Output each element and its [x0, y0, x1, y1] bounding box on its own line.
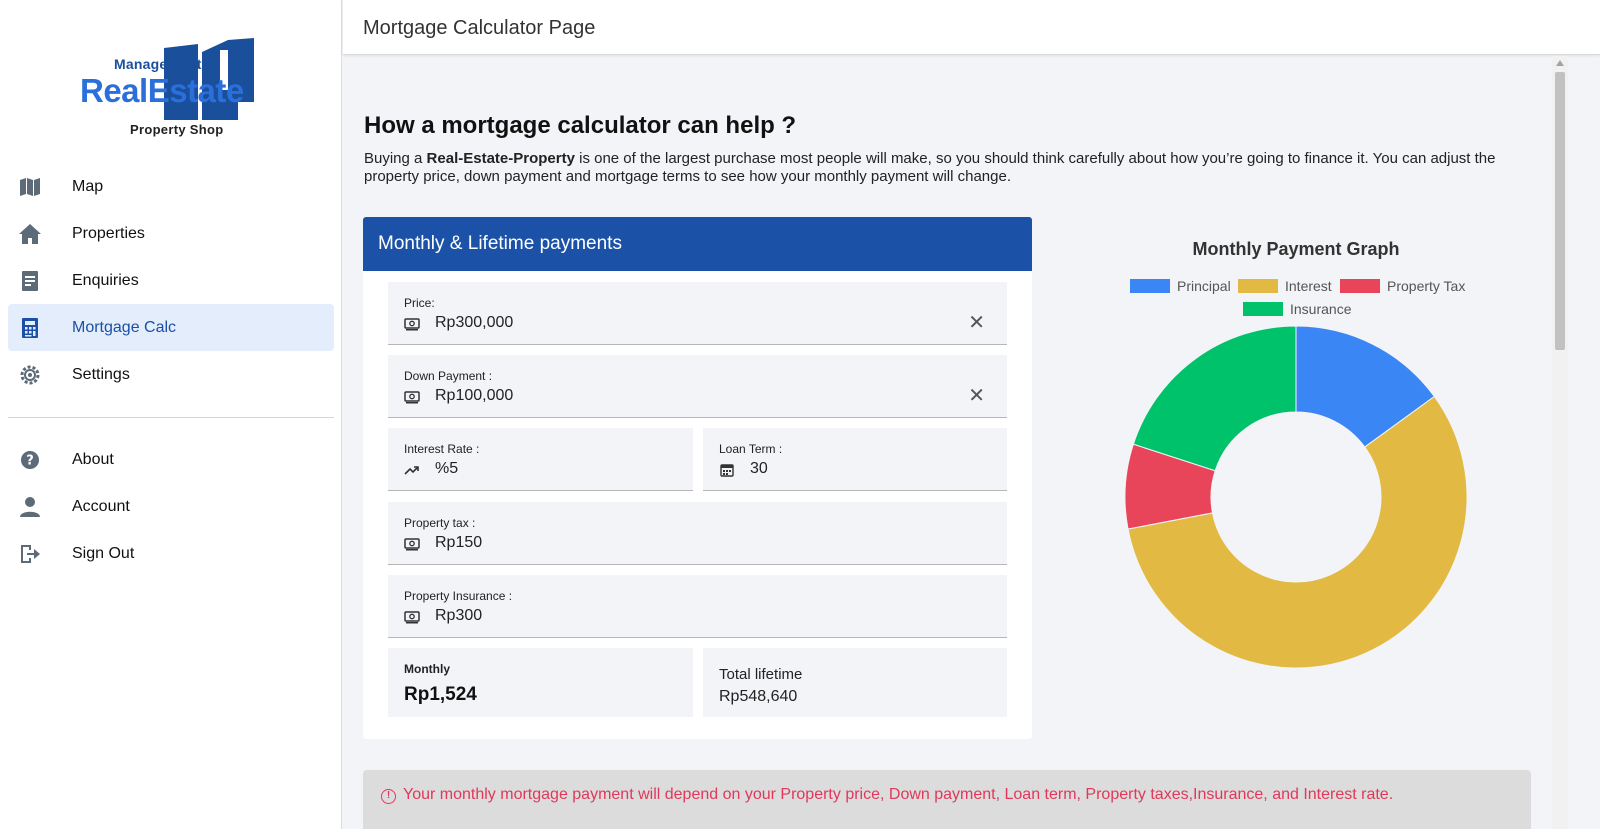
money-icon	[404, 611, 420, 624]
sidebar-item-label: Map	[72, 177, 104, 195]
svg-text:?: ?	[26, 453, 34, 468]
person-icon	[18, 495, 42, 519]
legend-interest[interactable]: Interest	[1238, 278, 1332, 294]
sidebar-item-properties[interactable]: Properties	[8, 210, 334, 257]
lifetime-label: Total lifetime	[719, 666, 803, 683]
legend-property-tax[interactable]: Property Tax	[1340, 278, 1465, 294]
money-icon	[404, 318, 420, 331]
logo-management-text: Management	[114, 56, 202, 72]
field-label: Down Payment :	[404, 369, 493, 383]
legend-principal[interactable]: Principal	[1130, 278, 1231, 294]
legend-label: Interest	[1285, 278, 1332, 294]
logo-brand-text: RealEstate	[80, 72, 244, 109]
field-label: Property tax :	[404, 516, 476, 530]
payment-donut-chart	[1124, 325, 1468, 669]
property-tax-input[interactable]: Rp150	[435, 534, 482, 552]
sidebar-item-label: Sign Out	[72, 544, 135, 562]
field-label: Property Insurance :	[404, 589, 513, 603]
sidebar-item-mortgage-calc[interactable]: Mortgage Calc	[8, 304, 334, 351]
chart-title: Monthly Payment Graph	[1192, 239, 1400, 259]
legend-swatch	[1243, 302, 1283, 316]
price-input[interactable]: Rp300,000	[435, 314, 513, 332]
legend-label: Insurance	[1290, 301, 1352, 317]
sidebar-item-enquiries[interactable]: Enquiries	[8, 257, 334, 304]
gear-icon	[18, 363, 42, 387]
info-icon: !	[381, 789, 396, 804]
interest-rate-field[interactable]: Interest Rate : %5	[388, 428, 693, 491]
calculator-card: Monthly & Lifetime payments Price: Rp300…	[363, 217, 1032, 739]
notice-text: Your monthly mortgage payment will depen…	[403, 786, 1394, 803]
home-icon	[18, 222, 42, 246]
help-icon: ?	[18, 448, 42, 472]
sidebar-item-label: Account	[72, 497, 130, 515]
donut-slice-insurance[interactable]	[1132, 325, 1297, 472]
sidebar-item-about[interactable]: ? About	[8, 436, 334, 483]
sidebar-item-label: Enquiries	[72, 271, 139, 289]
field-label: Loan Term :	[719, 442, 783, 456]
sidebar-divider	[8, 417, 334, 418]
scroll-up-arrow-icon[interactable]	[1556, 60, 1564, 66]
sidebar-item-account[interactable]: Account	[8, 483, 334, 530]
top-bar: Mortgage Calculator Page	[343, 0, 1600, 55]
field-label: Interest Rate :	[404, 442, 480, 456]
loan-term-input[interactable]: 30	[750, 460, 768, 478]
lifetime-value: Rp548,640	[719, 688, 798, 705]
property-tax-field[interactable]: Property tax : Rp150	[388, 502, 1007, 565]
monthly-result: Monthly Rp1,524	[388, 648, 693, 717]
sidebar-item-label: Mortgage Calc	[72, 318, 177, 336]
field-label: Price:	[404, 296, 435, 310]
sidebar-item-label: About	[72, 450, 114, 468]
sidebar-item-map[interactable]: Map	[8, 163, 334, 210]
down-payment-input[interactable]: Rp100,000	[435, 387, 513, 405]
legend-swatch	[1238, 279, 1278, 293]
calculator-icon	[18, 316, 42, 340]
legend-insurance[interactable]: Insurance	[1243, 301, 1351, 317]
sidebar: Management RealEstate Property Shop Map …	[0, 0, 342, 829]
sign-out-icon	[18, 542, 42, 566]
scrollbar[interactable]	[1552, 56, 1568, 829]
property-insurance-field[interactable]: Property Insurance : Rp300	[388, 575, 1007, 638]
legend-swatch	[1130, 279, 1170, 293]
loan-term-field[interactable]: Loan Term : 30	[703, 428, 1007, 491]
legend-label: Property Tax	[1387, 278, 1466, 294]
sidebar-nav: Map Properties Enquiries Mortgage Calc S…	[8, 163, 334, 577]
price-field[interactable]: Price: Rp300,000 ✕	[388, 282, 1007, 345]
sidebar-item-label: Properties	[72, 224, 145, 242]
clear-icon[interactable]: ✕	[968, 313, 985, 333]
down-payment-field[interactable]: Down Payment : Rp100,000 ✕	[388, 355, 1007, 418]
property-insurance-input[interactable]: Rp300	[435, 607, 482, 625]
legend-label: Principal	[1177, 278, 1231, 294]
sidebar-item-label: Settings	[72, 365, 130, 383]
section-heading: How a mortgage calculator can help ?	[364, 112, 797, 139]
sidebar-item-sign-out[interactable]: Sign Out	[8, 530, 334, 577]
clear-icon[interactable]: ✕	[968, 386, 985, 406]
money-icon	[404, 538, 420, 551]
lifetime-result: Total lifetime Rp548,640	[703, 648, 1007, 717]
map-icon	[18, 175, 42, 199]
intro-paragraph: Buying a Real-Estate-Property is one of …	[364, 150, 1534, 186]
intro-highlight: Real-Estate-Property	[426, 150, 575, 167]
monthly-value: Rp1,524	[404, 684, 477, 705]
info-notice: ! Your monthly mortgage payment will dep…	[363, 770, 1531, 829]
logo-subtitle: Property Shop	[130, 122, 224, 137]
interest-rate-input[interactable]: %5	[435, 460, 458, 478]
sidebar-item-settings[interactable]: Settings	[8, 351, 334, 398]
legend-swatch	[1340, 279, 1380, 293]
page-title: Mortgage Calculator Page	[363, 17, 596, 39]
monthly-label: Monthly	[404, 662, 450, 676]
calculator-header: Monthly & Lifetime payments	[363, 217, 1032, 271]
money-icon	[404, 391, 420, 404]
trending-up-icon	[404, 466, 419, 475]
calendar-icon	[720, 464, 734, 477]
intro-text: Buying a	[364, 150, 427, 167]
document-icon	[18, 269, 42, 293]
scrollbar-thumb[interactable]	[1555, 72, 1565, 350]
logo[interactable]: Management RealEstate Property Shop	[78, 38, 278, 142]
